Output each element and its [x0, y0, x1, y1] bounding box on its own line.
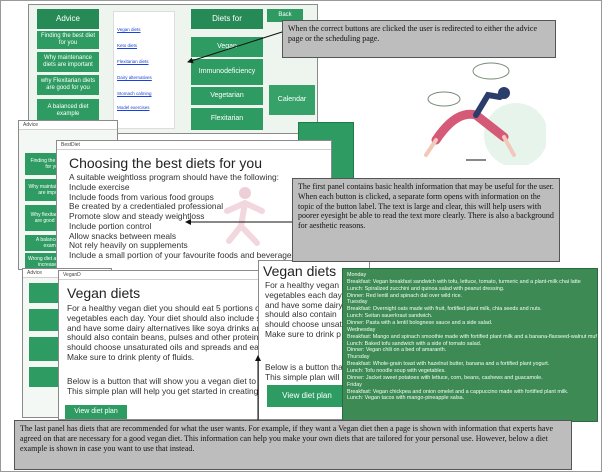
diets-for-header: Diets for — [191, 9, 263, 29]
vegan-heading: Vegan diets — [67, 285, 141, 301]
view-diet-plan-button[interactable]: View diet plan — [65, 405, 127, 419]
plan-line: Breakfast: Whole-grain toast with hazeln… — [347, 361, 550, 368]
advice-item-0[interactable]: Finding the best diet for you — [37, 31, 99, 49]
front-sidebar-btn-2[interactable] — [29, 337, 59, 361]
plan-line: Wednesday — [347, 326, 376, 333]
vegan-large-line: Make sure to drink p — [265, 328, 341, 339]
plan-line: Dinner: Red lentil and spinach dal over … — [347, 292, 463, 299]
plan-line: Monday — [347, 272, 367, 278]
plan-line: Tuesday — [347, 299, 368, 306]
callout-bottom: The last panel has diets that are recomm… — [14, 420, 572, 470]
front-sidebar-btn-1[interactable] — [29, 309, 59, 331]
front-sidebar-btn-0[interactable] — [29, 283, 59, 303]
link-keto-diets[interactable]: Keto diets — [117, 43, 137, 48]
plan-line: Breakfast: Vegan breakfast sandwich with… — [347, 278, 581, 285]
plan-line: Friday — [347, 381, 362, 388]
advice-item-1[interactable]: Why maintenance diets are important — [37, 52, 99, 72]
front-sidebar-btn-3[interactable] — [29, 367, 59, 387]
diet-plan-panel: Monday Breakfast: Vegan breakfast sandwi… — [342, 268, 598, 422]
main-menu-window: Advice Finding the best diet for you Why… — [28, 4, 318, 134]
link-stomach-calming[interactable]: Stomach calming — [117, 91, 152, 96]
diet-flexitarian-button[interactable]: Flexitarian — [191, 108, 263, 130]
diet-vegetarian-button[interactable]: Vegetarian — [191, 87, 263, 105]
plan-line: Thursday — [347, 354, 370, 361]
vegan-large-below: Below is a button tha This simple plan w… — [265, 362, 343, 383]
best-diet-titlebar: BestDiet — [57, 141, 331, 150]
diet-vegan-button[interactable]: Vegan — [191, 37, 263, 57]
best-diet-window: BestDiet Choosing the best diets for you… — [56, 140, 332, 278]
best-diet-body: A suitable weightloss program should hav… — [69, 172, 296, 261]
plan-line: Dinner: Vegan chili on a bed of amaranth… — [347, 347, 447, 354]
plan-line: Lunch: Vegan tacos with mango-pineapple … — [347, 395, 465, 402]
advice-header: Advice — [37, 9, 99, 29]
diet-immunodeficiency-button[interactable]: Immunodeficiency — [191, 59, 263, 85]
plan-line: Lunch: Baked tofu sandwich with a side o… — [347, 340, 482, 347]
plan-line: Dinner: Jacket sweet potatoes with lettu… — [347, 374, 543, 381]
plan-line: Dinner: Pasta with a lentil bolognese sa… — [347, 320, 493, 327]
plan-line: Lunch: Seitan sauerkraut sandwich. — [347, 313, 433, 320]
plan-line: Lunch: Spiralized zucchini and quinoa sa… — [347, 285, 505, 292]
vegan-large-body: For a healthy vegan vegetables each day … — [265, 280, 347, 340]
link-flexitarian-diets[interactable]: Flexitarian diets — [117, 59, 149, 64]
calendar-button[interactable]: Calendar — [269, 85, 315, 115]
exercise-figure-illustration — [424, 62, 546, 165]
link-model-exercises[interactable]: Model exercises — [117, 105, 150, 110]
callout-middle: The first panel contains basic health in… — [292, 178, 560, 262]
vegan-large-below-line: This simple plan will — [265, 371, 340, 382]
advice-window-titlebar: Advice — [19, 121, 117, 130]
advice-item-2[interactable]: why Flexitarian diets are good for you — [37, 75, 99, 95]
plan-line: Breakfast: Mango and spinach smoothie ma… — [347, 333, 598, 340]
plan-line: Breakfast: Vegan chickpea and onion omel… — [347, 388, 569, 395]
vegan-large-heading: Vegan diets — [263, 263, 337, 279]
best-diet-heading: Choosing the best diets for you — [69, 155, 263, 171]
view-diet-plan-button-large[interactable]: View diet plan — [267, 385, 347, 407]
callout-top: When the correct buttons are clicked the… — [282, 20, 556, 58]
link-dairy-alternatives[interactable]: Dairy alternatives — [117, 75, 152, 80]
plan-line: Lunch: Tofu noodle soup with vegetables. — [347, 368, 446, 375]
link-vegan-diets[interactable]: Vegan diets — [117, 27, 141, 32]
plan-line: Breakfast: Overnight oats made with frui… — [347, 306, 542, 313]
